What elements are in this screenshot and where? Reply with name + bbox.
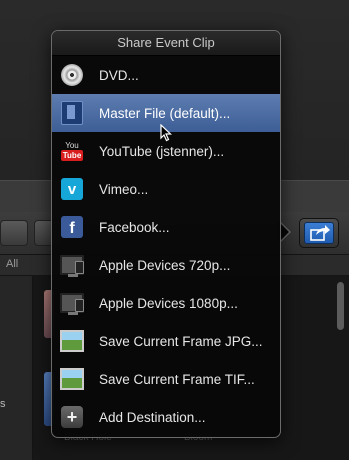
menu-item-label: Save Current Frame TIF... [99,371,255,387]
menu-title: Share Event Clip [52,31,280,56]
menu-item-label: Add Destination... [99,409,206,425]
image-icon [60,329,84,353]
image-icon [60,367,84,391]
menu-item-apple-devices-720p[interactable]: Apple Devices 720p... [52,246,280,284]
menu-item-label: Apple Devices 1080p... [99,295,238,311]
menu-item-dvd[interactable]: DVD... [52,56,280,94]
toolbar-button[interactable] [0,220,28,246]
share-icon [304,222,334,244]
menu-item-apple-devices-1080p[interactable]: Apple Devices 1080p... [52,284,280,322]
browser-scrollbar[interactable] [337,282,344,330]
menu-item-save-frame-tif[interactable]: Save Current Frame TIF... [52,360,280,398]
apple-devices-icon [60,253,84,277]
menu-item-label: Master File (default)... [99,105,231,121]
vimeo-icon: v [60,177,84,201]
menu-item-label: Facebook... [99,219,170,235]
menu-item-vimeo[interactable]: v Vimeo... [52,170,280,208]
facebook-icon: f [60,215,84,239]
menu-item-label: Vimeo... [99,181,149,197]
menu-item-label: Apple Devices 720p... [99,257,231,273]
library-sidebar [0,276,33,460]
youtube-icon: You Tube [60,141,84,161]
apple-devices-icon [60,291,84,315]
dvd-icon [60,63,84,87]
film-icon [60,101,84,125]
share-menu: Share Event Clip DVD... Master File (def… [51,30,281,438]
mouse-cursor-icon [160,124,172,142]
menu-item-save-frame-jpg[interactable]: Save Current Frame JPG... [52,322,280,360]
sidebar-text: s [0,398,6,410]
menu-item-add-destination[interactable]: + Add Destination... [52,398,280,436]
menu-item-label: Save Current Frame JPG... [99,333,263,349]
plus-icon: + [60,405,84,429]
menu-item-facebook[interactable]: f Facebook... [52,208,280,246]
filter-label[interactable]: All [6,258,18,270]
menu-item-label: DVD... [99,67,139,83]
share-button[interactable] [299,218,339,248]
menu-item-label: YouTube (jstenner)... [99,143,225,159]
